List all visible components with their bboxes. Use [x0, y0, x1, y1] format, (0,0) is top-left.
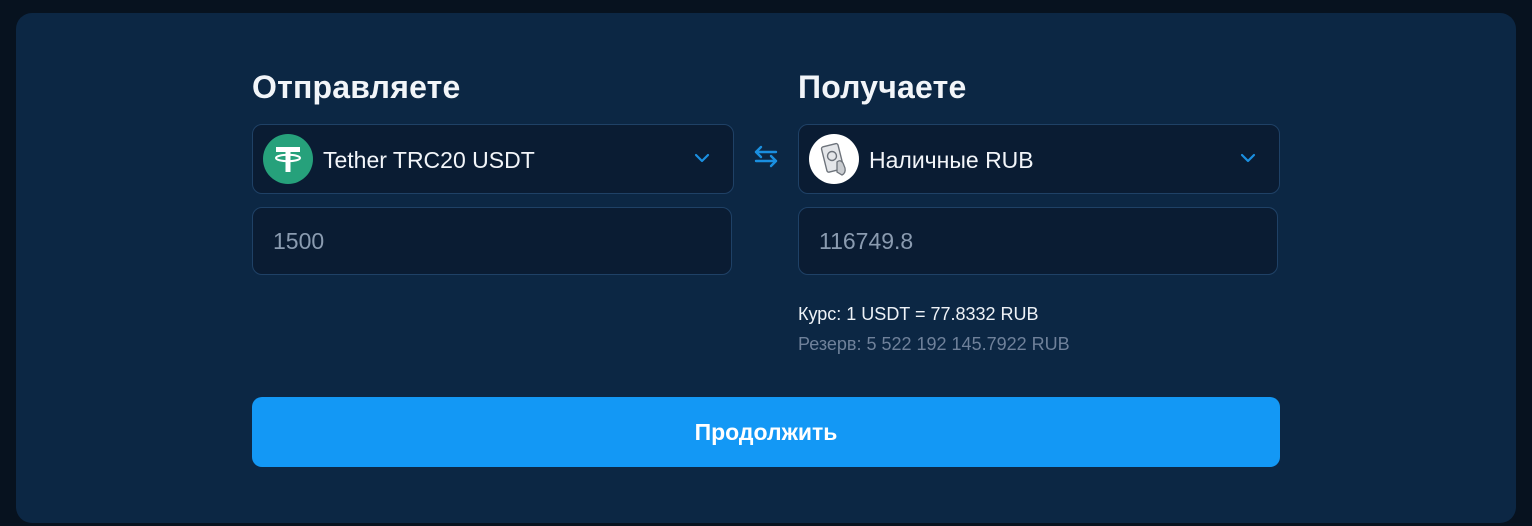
chevron-down-icon [1239, 151, 1257, 165]
swap-arrows-icon[interactable] [752, 144, 780, 168]
receive-heading: Получаете [798, 69, 967, 105]
send-amount-input[interactable] [252, 207, 732, 275]
receive-amount-input[interactable] [798, 207, 1278, 275]
reserve-amount: Резерв: 5 522 192 145.7922 RUB [798, 334, 1070, 354]
send-currency-label: Tether TRC20 USDT [323, 147, 535, 173]
chevron-down-icon [693, 151, 711, 165]
exchange-card: Отправляете Tether TRC20 USDT 1500 Получ… [16, 13, 1516, 523]
exchange-rate: Курс: 1 USDT = 77.8332 RUB [798, 304, 1039, 324]
send-currency-select[interactable]: Tether TRC20 USDT [252, 124, 734, 194]
cash-icon [809, 134, 859, 184]
receive-currency-label: Наличные RUB [869, 147, 1034, 173]
send-heading: Отправляете [252, 69, 461, 105]
receive-currency-select[interactable]: Наличные RUB [798, 124, 1280, 194]
tether-icon [263, 134, 313, 184]
continue-button[interactable]: Продолжить [252, 397, 1280, 467]
